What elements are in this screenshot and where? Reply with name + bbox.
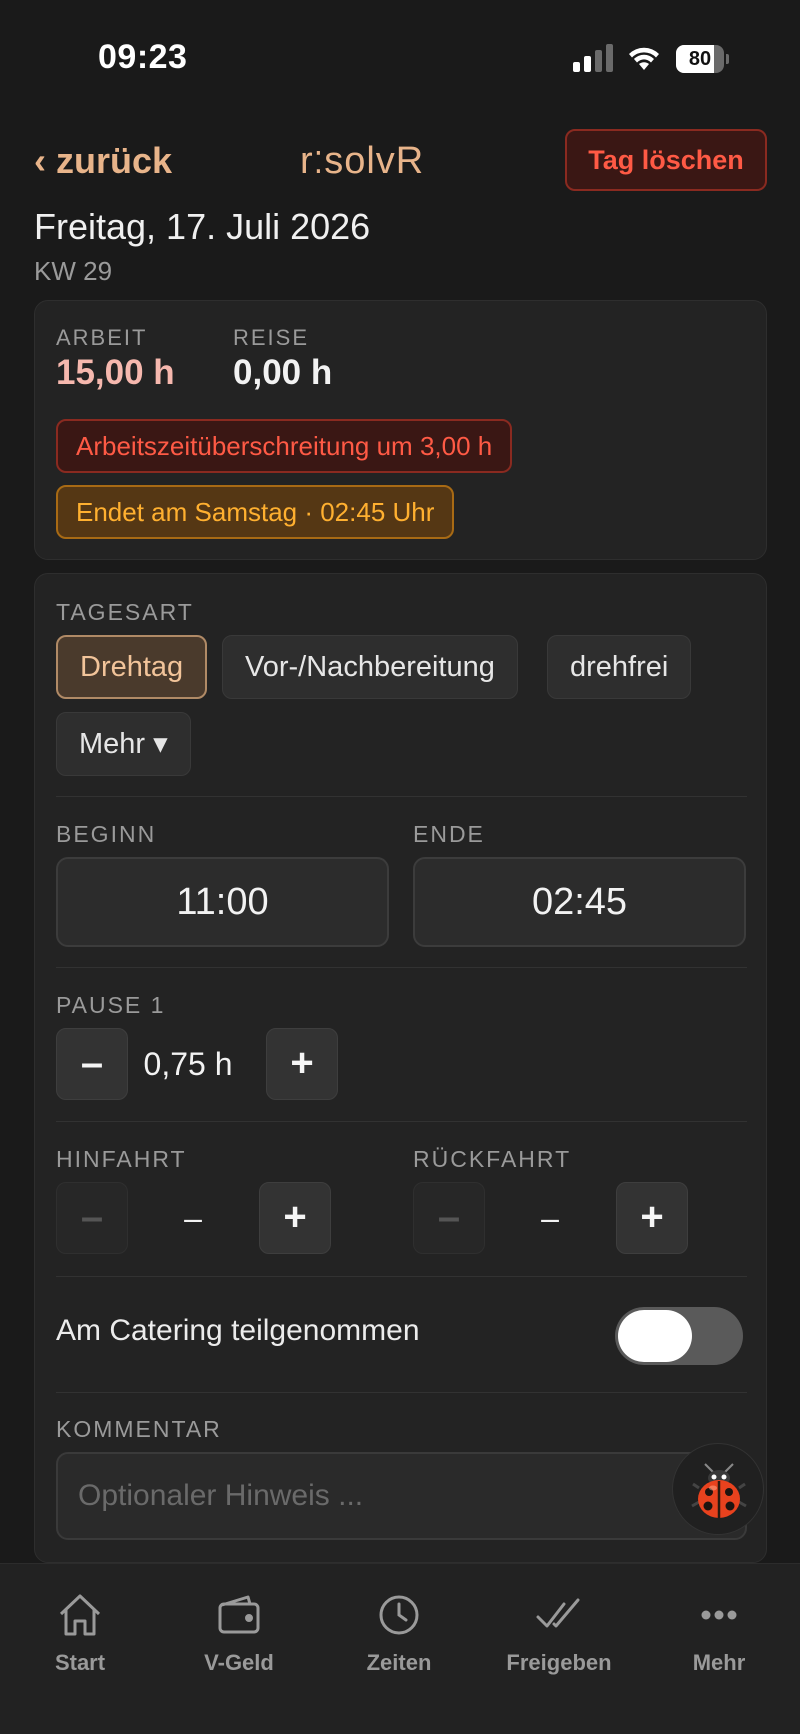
catering-toggle[interactable] [615, 1307, 743, 1365]
divider [56, 1121, 747, 1122]
comment-input[interactable] [56, 1452, 747, 1540]
divider [56, 967, 747, 968]
end-label: ENDE [413, 821, 485, 847]
end-time-field[interactable]: 02:45 [413, 857, 746, 947]
details-card: TAGESART Drehtag Vor-/Nachbereitung dreh… [34, 573, 767, 1563]
page-title: Freitag, 17. Juli 2026 [34, 206, 371, 247]
day-type-vor-nachbereitung[interactable]: Vor-/Nachbereitung [222, 635, 518, 699]
tab-v-geld[interactable]: V-Geld [174, 1590, 304, 1690]
outbound-decrease-button[interactable]: – [56, 1182, 128, 1254]
cellular-signal-icon [573, 44, 613, 72]
week-label: KW 29 [34, 256, 113, 286]
day-type-label: TAGESART [56, 599, 194, 625]
header: ‹ zurück r⁚solvR Tag löschen [0, 120, 800, 200]
wallet-icon [218, 1595, 260, 1634]
app-logo: r⁚solvR [300, 140, 425, 182]
home-icon [59, 1594, 101, 1636]
pause-decrease-button[interactable]: – [56, 1028, 128, 1100]
work-value: 15,00 h [56, 353, 175, 392]
divider [56, 1276, 747, 1277]
day-type-drehfrei[interactable]: drehfrei [547, 635, 692, 699]
tab-freigeben[interactable]: Freigeben [494, 1590, 624, 1690]
outbound-value: – [184, 1200, 202, 1236]
start-time-field[interactable]: 11:00 [56, 857, 389, 947]
travel-label: REISE [233, 325, 310, 350]
divider [56, 1392, 747, 1393]
overtime-alert: Arbeitszeitüberschreitung um 3,00 h [56, 419, 513, 473]
return-travel-label: RÜCKFAHRT [413, 1146, 572, 1172]
tab-start[interactable]: Start [15, 1590, 145, 1690]
back-button[interactable]: ‹ zurück [34, 140, 172, 182]
clock-icon [379, 1595, 419, 1635]
delete-day-button[interactable]: Tag löschen [565, 129, 767, 191]
divider [56, 796, 747, 797]
summary-card: ARBEIT 15,00 h REISE 0,00 h Arbeitszeitü… [34, 300, 767, 560]
day-type-drehtag[interactable]: Drehtag [56, 635, 208, 699]
start-label: BEGINN [56, 821, 157, 847]
travel-value: 0,00 h [233, 353, 333, 392]
double-check-icon [536, 1598, 580, 1628]
tab-bar: Start V-Geld Zeiten Freigeben Mehr [0, 1563, 800, 1734]
pause-increase-button[interactable]: + [266, 1028, 338, 1100]
catering-label: Am Catering teilgenommen [56, 1314, 420, 1347]
work-label: ARBEIT [56, 325, 148, 350]
battery-icon: 80 [676, 45, 729, 73]
tab-mehr[interactable]: Mehr [654, 1590, 784, 1690]
battery-level: 80 [688, 48, 712, 70]
tab-zeiten[interactable]: Zeiten [334, 1590, 464, 1690]
pause-label: PAUSE 1 [56, 992, 166, 1018]
outbound-increase-button[interactable]: + [259, 1182, 331, 1254]
status-bar: 09:23 80 [0, 0, 800, 110]
pause-value: 0,75 h [143, 1046, 233, 1082]
bug-report-button[interactable] [672, 1443, 764, 1535]
comment-label: KOMMENTAR [56, 1416, 222, 1442]
day-type-more-dropdown[interactable]: Mehr ▾ [56, 712, 191, 776]
wifi-icon [629, 47, 659, 70]
return-decrease-button[interactable]: – [413, 1182, 485, 1254]
more-dots-icon [701, 1610, 737, 1620]
return-value: – [541, 1200, 559, 1236]
return-increase-button[interactable]: + [616, 1182, 688, 1254]
outbound-travel-label: HINFAHRT [56, 1146, 187, 1172]
ladybug-icon [691, 1463, 747, 1518]
end-time-alert: Endet am Samstag · 02:45 Uhr [56, 485, 455, 539]
status-time: 09:23 [98, 38, 188, 76]
